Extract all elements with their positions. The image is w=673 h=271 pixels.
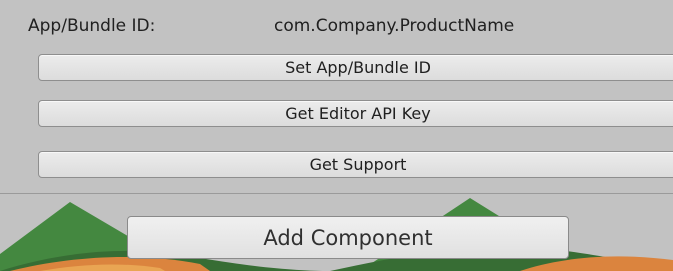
- set-bundle-id-button[interactable]: Set App/Bundle ID: [38, 54, 673, 81]
- get-editor-api-key-button[interactable]: Get Editor API Key: [38, 100, 673, 127]
- bundle-id-value: com.Company.ProductName: [274, 16, 515, 36]
- get-support-button[interactable]: Get Support: [38, 151, 673, 178]
- add-component-button[interactable]: Add Component: [127, 216, 569, 259]
- bundle-id-label: App/Bundle ID:: [28, 16, 156, 36]
- inspector-panel: App/Bundle ID: com.Company.ProductName S…: [0, 0, 673, 271]
